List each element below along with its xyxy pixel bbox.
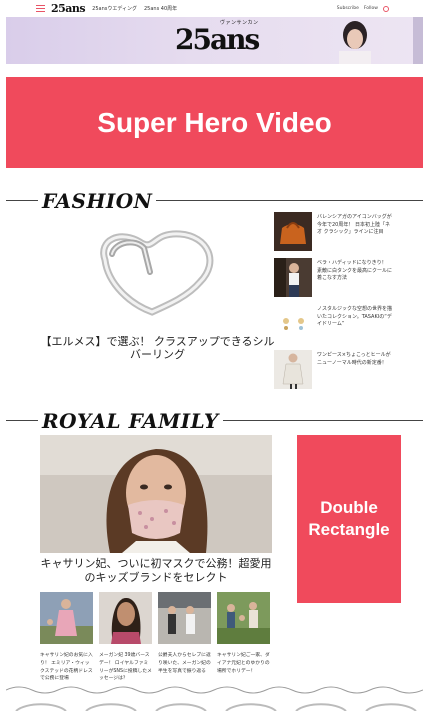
thumb-text: 公爵夫人からセレブに返り咲いた、メーガン妃の半生を写真で振り返る	[158, 653, 211, 674]
fashion-section-heading: FASHION	[6, 188, 423, 213]
banner-logo: 25ans	[175, 23, 260, 56]
side-list-item[interactable]: ワンピース×ちょこっとヒールがニューノーマル時代の新定番！	[274, 350, 392, 396]
royal-thumb-card[interactable]: キャサリン妃ご一家、ダイアナ元妃とのゆかりの場所でホリデー！	[217, 592, 270, 683]
article-thumbnail	[274, 304, 312, 343]
search-icon[interactable]	[383, 5, 389, 12]
silver-ring-image[interactable]	[80, 212, 230, 322]
decorative-wave-divider	[6, 686, 423, 711]
double-rectangle-label: Double Rectangle	[308, 498, 390, 539]
follow-link[interactable]: Follow	[364, 6, 378, 11]
royal-main-headline[interactable]: キャサリン妃、ついに初マスクで公務！超愛用のキッズブランドをセレクト	[40, 557, 272, 585]
article-thumbnail	[99, 592, 152, 644]
side-list-item[interactable]: ノスタルジックな空想の世界を描いたコレクション。TASAKIの“デイドリーム”	[274, 304, 392, 350]
magazine-banner[interactable]: ヴァンサンカン 25ans	[6, 17, 423, 64]
super-hero-video-ad[interactable]: Super Hero Video	[6, 77, 423, 168]
banner-edge	[413, 17, 423, 64]
thumb-text: メーガン妃 39歳バースデー！ ロイヤルファミリーがSNSに投稿したメッセージは…	[99, 653, 152, 682]
banner-model-image	[339, 21, 371, 64]
royal-title[interactable]: ROYAL FAMILY	[38, 409, 223, 433]
site-logo[interactable]: 25ans	[51, 2, 86, 15]
double-rectangle-ad[interactable]: Double Rectangle	[297, 435, 401, 603]
subscribe-link[interactable]: Subscribe	[337, 6, 359, 11]
fashion-side-list: バレンシアガのアイコンバッグが今年で20周年！ 日本初上陸「ネオ クラシック」ラ…	[274, 212, 392, 396]
nav-link-40th[interactable]: 25ans 40周年	[144, 5, 177, 12]
fashion-title[interactable]: FASHION	[38, 189, 157, 213]
fashion-main-headline[interactable]: 【エルメス】で選ぶ！ クラスアップできるシルバーリング	[40, 335, 275, 361]
side-list-item[interactable]: バレンシアガのアイコンバッグが今年で20周年！ 日本初上陸「ネオ クラシック」ラ…	[274, 212, 392, 258]
thumb-text: キャサリン妃ご一家、ダイアナ元妃とのゆかりの場所でホリデー！	[217, 653, 270, 674]
royal-main-image[interactable]	[40, 435, 272, 553]
article-thumbnail	[274, 350, 312, 389]
article-thumbnail	[40, 592, 93, 644]
thumb-text: キャサリン妃のお気に入り！ エミリア・ウィックステッドの花柄ドレスで公務に登場	[40, 653, 93, 682]
side-item-text: ワンピース×ちょこっとヒールがニューノーマル時代の新定番！	[317, 352, 391, 366]
royal-thumb-card[interactable]: キャサリン妃のお気に入り！ エミリア・ウィックステッドの花柄ドレスで公務に登場	[40, 592, 93, 683]
royal-section-heading: ROYAL FAMILY	[6, 408, 423, 433]
side-item-text: バレンシアガのアイコンバッグが今年で20周年！ 日本初上陸「ネオ クラシック」ラ…	[317, 214, 392, 235]
royal-thumb-card[interactable]: 公爵夫人からセレブに返り咲いた、メーガン妃の半生を写真で振り返る	[158, 592, 211, 683]
article-thumbnail	[158, 592, 211, 644]
article-thumbnail	[274, 258, 312, 297]
side-list-item[interactable]: ベラ・ハディッドになりきり！ 素敵に白タンクを最高にクールに着こなす方法	[274, 258, 392, 304]
royal-thumb-card[interactable]: メーガン妃 39歳バースデー！ ロイヤルファミリーがSNSに投稿したメッセージは…	[99, 592, 152, 683]
article-thumbnail	[274, 212, 312, 251]
side-item-text: ベラ・ハディッドになりきり！ 素敵に白タンクを最高にクールに着こなす方法	[317, 260, 393, 281]
super-hero-label: Super Hero Video	[97, 106, 332, 138]
nav-link-wedding[interactable]: 25ansウエディング	[92, 5, 137, 12]
side-item-text: ノスタルジックな空想の世界を描いたコレクション。TASAKIの“デイドリーム”	[317, 306, 393, 327]
article-thumbnail	[217, 592, 270, 644]
hamburger-menu-icon[interactable]	[36, 5, 45, 12]
royal-thumb-row: キャサリン妃のお気に入り！ エミリア・ウィックステッドの花柄ドレスで公務に登場 …	[40, 592, 272, 683]
top-nav-bar: 25ans 25ansウエディング 25ans 40周年 Subscribe F…	[6, 0, 423, 17]
